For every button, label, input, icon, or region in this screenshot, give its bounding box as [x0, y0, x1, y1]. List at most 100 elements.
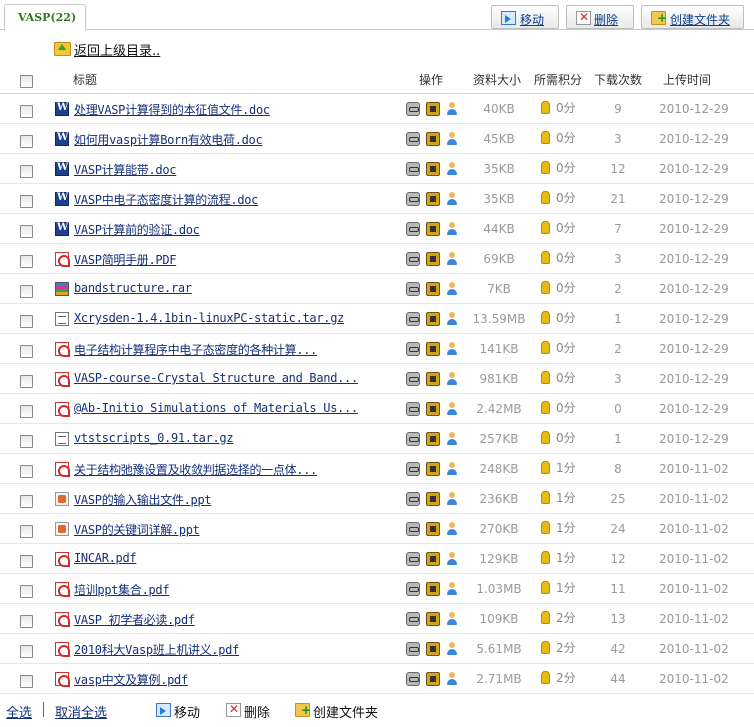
file-name-link[interactable]: 如何用vasp计算Born有效电荷.doc — [74, 131, 263, 148]
lock-icon[interactable] — [426, 462, 440, 476]
link-icon[interactable] — [406, 672, 420, 686]
row-checkbox[interactable] — [20, 135, 33, 148]
lock-icon[interactable] — [426, 552, 440, 566]
file-name-link[interactable]: bandstructure.rar — [74, 281, 192, 295]
lock-icon[interactable] — [426, 102, 440, 116]
user-icon[interactable] — [446, 372, 458, 386]
file-name-link[interactable]: INCAR.pdf — [74, 551, 137, 565]
lock-icon[interactable] — [426, 642, 440, 656]
lock-icon[interactable] — [426, 492, 440, 506]
row-checkbox[interactable] — [20, 555, 33, 568]
user-icon[interactable] — [446, 102, 458, 116]
row-checkbox[interactable] — [20, 165, 33, 178]
link-icon[interactable] — [406, 312, 420, 326]
user-icon[interactable] — [446, 462, 458, 476]
row-checkbox[interactable] — [20, 105, 33, 118]
file-name-link[interactable]: VASP-course-Crystal Structure and Band..… — [74, 371, 358, 385]
file-name-link[interactable]: 电子结构计算程序中电子态密度的各种计算... — [74, 341, 317, 358]
user-icon[interactable] — [446, 222, 458, 236]
file-name-link[interactable]: 培训ppt集合.pdf — [74, 581, 170, 598]
lock-icon[interactable] — [426, 222, 440, 236]
link-icon[interactable] — [406, 192, 420, 206]
link-icon[interactable] — [406, 462, 420, 476]
lock-icon[interactable] — [426, 252, 440, 266]
user-icon[interactable] — [446, 552, 458, 566]
row-checkbox[interactable] — [20, 525, 33, 538]
user-icon[interactable] — [446, 672, 458, 686]
lock-icon[interactable] — [426, 192, 440, 206]
user-icon[interactable] — [446, 162, 458, 176]
user-icon[interactable] — [446, 342, 458, 356]
link-icon[interactable] — [406, 612, 420, 626]
lock-icon[interactable] — [426, 582, 440, 596]
row-checkbox[interactable] — [20, 675, 33, 688]
footer-delete-button[interactable]: 删除 — [226, 701, 276, 721]
file-name-link[interactable]: VASP中电子态密度计算的流程.doc — [74, 191, 258, 208]
select-all-checkbox[interactable] — [20, 75, 33, 88]
link-icon[interactable] — [406, 402, 420, 416]
row-checkbox[interactable] — [20, 345, 33, 358]
file-name-link[interactable]: 2010科大Vasp班上机讲义.pdf — [74, 641, 239, 658]
user-icon[interactable] — [446, 402, 458, 416]
lock-icon[interactable] — [426, 402, 440, 416]
user-icon[interactable] — [446, 432, 458, 446]
file-name-link[interactable]: VASP的关键词详解.ppt — [74, 521, 200, 538]
lock-icon[interactable] — [426, 612, 440, 626]
file-name-link[interactable]: VASP简明手册.PDF — [74, 251, 177, 268]
row-checkbox[interactable] — [20, 585, 33, 598]
move-button[interactable]: 移动 — [491, 5, 559, 29]
user-icon[interactable] — [446, 522, 458, 536]
row-checkbox[interactable] — [20, 405, 33, 418]
file-name-link[interactable]: vasp中文及算例.pdf — [74, 671, 188, 688]
link-icon[interactable] — [406, 252, 420, 266]
lock-icon[interactable] — [426, 162, 440, 176]
row-checkbox[interactable] — [20, 645, 33, 658]
file-name-link[interactable]: 处理VASP计算得到的本征值文件.doc — [74, 101, 270, 118]
lock-icon[interactable] — [426, 372, 440, 386]
row-checkbox[interactable] — [20, 615, 33, 628]
create-folder-button[interactable]: 创建文件夹 — [641, 5, 744, 29]
deselect-all-link[interactable]: 取消全选 — [55, 702, 107, 721]
tab-vasp[interactable]: VASP(22) — [4, 4, 86, 31]
file-name-link[interactable]: VASP的输入输出文件.ppt — [74, 491, 212, 508]
row-checkbox[interactable] — [20, 255, 33, 268]
lock-icon[interactable] — [426, 432, 440, 446]
lock-icon[interactable] — [426, 342, 440, 356]
user-icon[interactable] — [446, 192, 458, 206]
file-name-link[interactable]: VASP计算能带.doc — [74, 161, 177, 178]
row-checkbox[interactable] — [20, 375, 33, 388]
link-icon[interactable] — [406, 522, 420, 536]
link-icon[interactable] — [406, 282, 420, 296]
link-icon[interactable] — [406, 432, 420, 446]
lock-icon[interactable] — [426, 312, 440, 326]
user-icon[interactable] — [446, 282, 458, 296]
row-checkbox[interactable] — [20, 315, 33, 328]
link-icon[interactable] — [406, 102, 420, 116]
link-icon[interactable] — [406, 372, 420, 386]
link-icon[interactable] — [406, 552, 420, 566]
link-icon[interactable] — [406, 642, 420, 656]
footer-create-folder-button[interactable]: 创建文件夹 — [295, 701, 390, 721]
link-icon[interactable] — [406, 492, 420, 506]
file-name-link[interactable]: vtstscripts_0.91.tar.gz — [74, 431, 234, 445]
user-icon[interactable] — [446, 312, 458, 326]
user-icon[interactable] — [446, 642, 458, 656]
file-name-link[interactable]: VASP 初学者必读.pdf — [74, 611, 195, 628]
file-name-link[interactable]: 关于结构弛豫设置及收敛判据选择的一点体... — [74, 461, 317, 478]
file-name-link[interactable]: VASP计算前的验证.doc — [74, 221, 200, 238]
lock-icon[interactable] — [426, 522, 440, 536]
lock-icon[interactable] — [426, 132, 440, 146]
link-icon[interactable] — [406, 132, 420, 146]
footer-move-button[interactable]: 移动 — [156, 701, 206, 721]
user-icon[interactable] — [446, 582, 458, 596]
link-icon[interactable] — [406, 342, 420, 356]
user-icon[interactable] — [446, 492, 458, 506]
row-checkbox[interactable] — [20, 465, 33, 478]
link-icon[interactable] — [406, 222, 420, 236]
select-all-link[interactable]: 全选 — [6, 702, 32, 721]
delete-button[interactable]: 删除 — [566, 5, 634, 29]
link-icon[interactable] — [406, 162, 420, 176]
link-icon[interactable] — [406, 582, 420, 596]
row-checkbox[interactable] — [20, 195, 33, 208]
user-icon[interactable] — [446, 132, 458, 146]
